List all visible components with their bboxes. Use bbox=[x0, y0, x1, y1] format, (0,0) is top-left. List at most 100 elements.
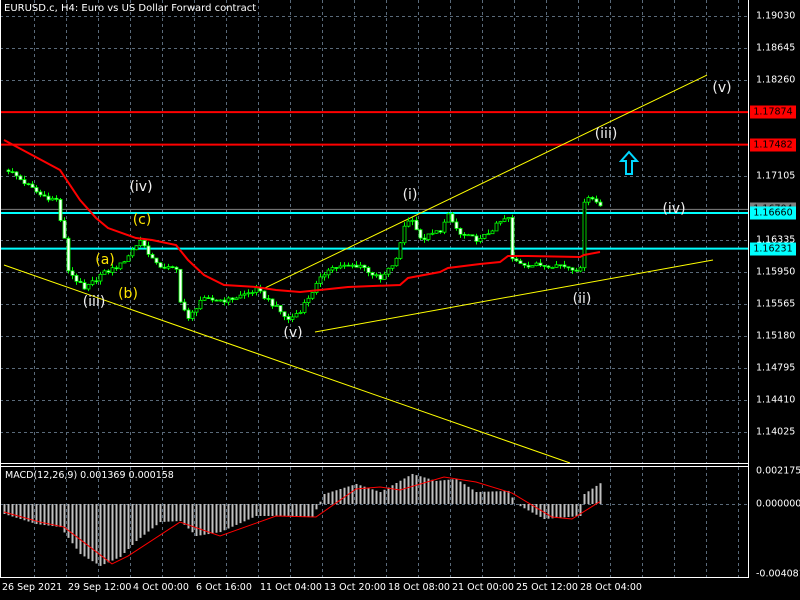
candle-body bbox=[86, 284, 91, 290]
candle-body bbox=[174, 266, 179, 270]
candle-body bbox=[570, 267, 575, 271]
price-tick-label: 1.15180 bbox=[756, 330, 796, 342]
candle-body bbox=[502, 218, 507, 222]
candle-body bbox=[282, 311, 287, 317]
time-tick-label: 25 Oct 12:00 bbox=[516, 582, 578, 593]
candle-body bbox=[354, 264, 359, 268]
candle-body bbox=[154, 257, 159, 264]
candle-body bbox=[542, 265, 547, 267]
candle-body bbox=[306, 297, 311, 303]
candle-body bbox=[130, 249, 135, 257]
candle-body bbox=[522, 263, 527, 266]
candle-body bbox=[274, 305, 279, 307]
candle-body bbox=[226, 297, 231, 303]
wave-label-a: (a) bbox=[95, 252, 115, 268]
candle-body bbox=[214, 299, 219, 302]
candle-body bbox=[562, 264, 567, 268]
candle-body bbox=[126, 255, 131, 263]
candle-body bbox=[186, 309, 191, 319]
candle-body bbox=[454, 221, 459, 229]
candle-body bbox=[70, 270, 75, 276]
candle-body bbox=[146, 245, 151, 255]
candle-body bbox=[338, 265, 343, 269]
candle-body bbox=[582, 201, 587, 269]
candle-body bbox=[534, 262, 539, 266]
candle-body bbox=[38, 191, 43, 196]
macd-tick-label: 0.002175 bbox=[756, 465, 800, 477]
candle-body bbox=[194, 308, 199, 313]
moving-average-line bbox=[3, 139, 601, 294]
candle-body bbox=[418, 229, 423, 239]
price-tick-label: 1.19030 bbox=[756, 10, 796, 22]
price-tick-label: 1.18645 bbox=[756, 42, 796, 54]
candle-body bbox=[362, 264, 367, 269]
candle-body bbox=[438, 230, 443, 233]
candle-body bbox=[90, 280, 95, 285]
candle-body bbox=[206, 297, 211, 299]
candle-body bbox=[122, 261, 127, 264]
candle-body bbox=[162, 266, 167, 269]
price-tick-label: 1.14025 bbox=[756, 426, 796, 438]
candle-body bbox=[298, 312, 303, 314]
candle-body bbox=[54, 197, 59, 200]
up-arrow-icon bbox=[619, 150, 639, 175]
candle-body bbox=[182, 301, 187, 311]
candle-body bbox=[46, 195, 51, 201]
time-tick-label: 11 Oct 04:00 bbox=[260, 582, 322, 593]
candle-body bbox=[310, 292, 315, 299]
macd-tick-label: 0.000000 bbox=[756, 498, 800, 510]
grid bbox=[0, 0, 748, 577]
candle-body bbox=[58, 199, 63, 221]
candle-body bbox=[98, 273, 103, 282]
candle-body bbox=[394, 257, 399, 267]
candle-body bbox=[294, 313, 299, 318]
candle-body bbox=[222, 299, 227, 303]
candle-body bbox=[590, 197, 595, 200]
candle-body bbox=[370, 272, 375, 276]
candle-body bbox=[202, 297, 207, 301]
candle-body bbox=[102, 270, 107, 275]
candle-body bbox=[14, 171, 19, 177]
candle-body bbox=[458, 228, 463, 235]
candle-body bbox=[558, 264, 563, 267]
candle-body bbox=[198, 299, 203, 310]
candle-body bbox=[342, 264, 347, 267]
wave-label-v: (v) bbox=[712, 80, 732, 96]
candle-body bbox=[586, 197, 591, 203]
trendline bbox=[264, 74, 708, 289]
candle-body bbox=[34, 187, 39, 193]
candle-body bbox=[378, 274, 383, 280]
candle-body bbox=[554, 264, 559, 268]
chart-frame bbox=[0, 0, 749, 578]
price-tick-label: 1.17105 bbox=[756, 170, 796, 182]
candle-body bbox=[50, 197, 55, 201]
candle-body bbox=[234, 297, 239, 301]
time-tick-label: 29 Sep 12:00 bbox=[68, 582, 132, 593]
price-level-label: 1.16660 bbox=[750, 206, 796, 220]
candle-body bbox=[550, 267, 555, 269]
macd-pane bbox=[3, 473, 602, 566]
candle-body bbox=[158, 262, 163, 268]
candle-body bbox=[430, 232, 435, 235]
candle-body bbox=[406, 220, 411, 227]
candle-body bbox=[546, 265, 551, 268]
candle-body bbox=[594, 198, 599, 203]
wave-label-iv-old: (iv) bbox=[129, 179, 153, 195]
candle-body bbox=[254, 287, 259, 293]
candle-body bbox=[346, 264, 351, 267]
candle-body bbox=[518, 260, 523, 264]
candle-body bbox=[190, 311, 195, 319]
candle-body bbox=[134, 245, 139, 251]
candle-body bbox=[434, 230, 439, 234]
candle-body bbox=[66, 237, 71, 272]
candle-body bbox=[42, 194, 47, 197]
candle-body bbox=[510, 217, 515, 260]
candle-body bbox=[486, 233, 491, 236]
candle-body bbox=[470, 234, 475, 237]
candle-body bbox=[278, 305, 283, 313]
candle-body bbox=[114, 267, 119, 270]
macd-tick-label: -0.004081 bbox=[756, 568, 800, 580]
time-tick-label: 21 Oct 00:00 bbox=[452, 582, 514, 593]
candle-body bbox=[322, 274, 327, 278]
candle-body bbox=[178, 268, 183, 303]
